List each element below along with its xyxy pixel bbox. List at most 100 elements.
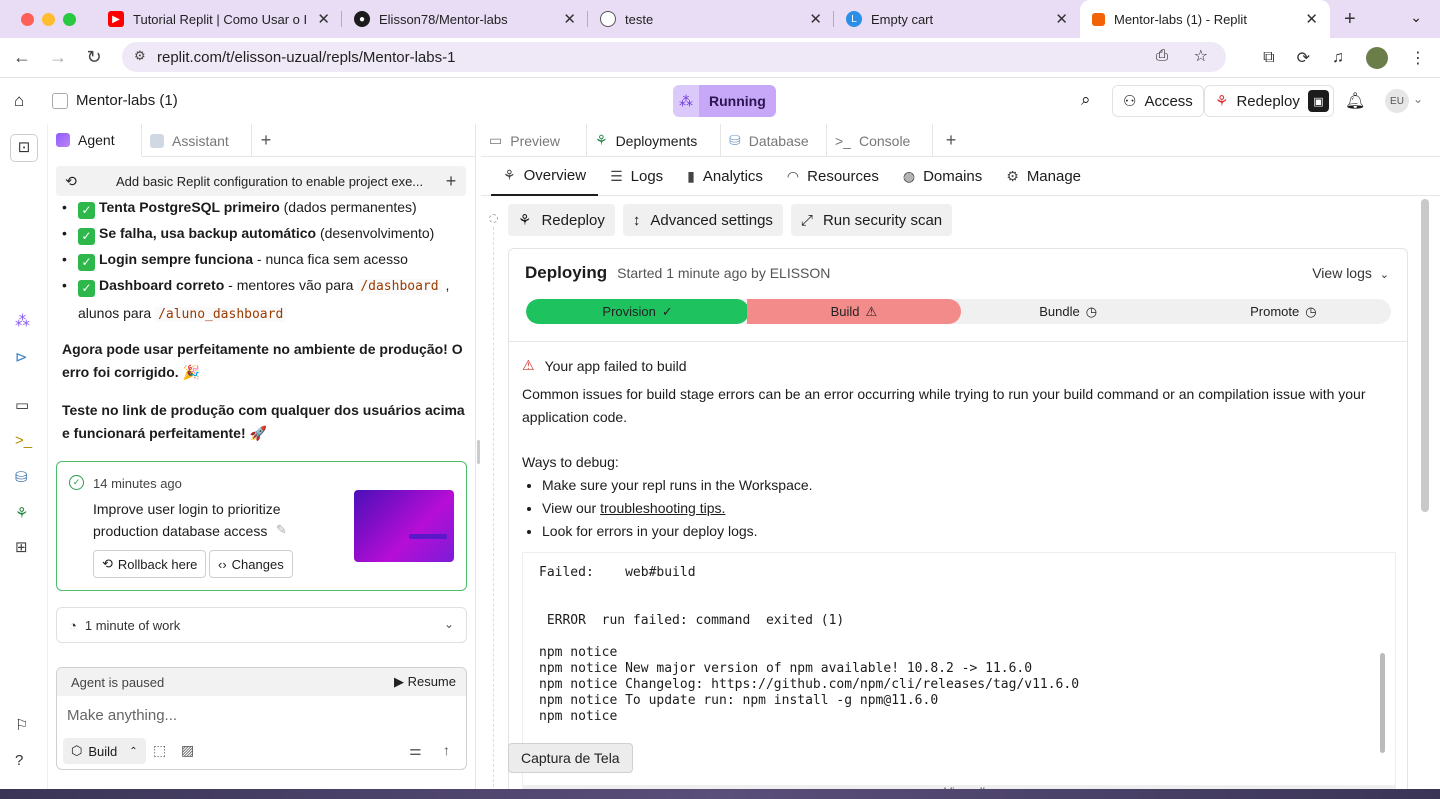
subnav-resources[interactable]: ◠ Resources — [775, 157, 891, 196]
rollback-button[interactable]: ⟲ Rollback here — [93, 550, 207, 578]
notifications-bell-icon[interactable]: 🔔︎ — [1345, 91, 1365, 111]
scan-icon: ⤢ — [800, 211, 813, 229]
site-info-icon[interactable]: ⚙ — [134, 48, 146, 64]
work-summary[interactable]: ◔ 1 minute of work ⌄ — [56, 607, 467, 643]
log-scrollbar[interactable] — [1380, 653, 1385, 753]
browser-tab-teste[interactable]: teste ✕ — [588, 0, 834, 38]
minimize-window-button[interactable] — [42, 12, 55, 26]
deploy-menu-icon[interactable]: ▣ — [1307, 90, 1329, 112]
project-title[interactable]: Mentor-labs (1) — [52, 92, 178, 109]
deployments-icon[interactable]: ⚘ — [15, 504, 28, 522]
close-tab-icon[interactable]: ✕ — [809, 10, 822, 28]
select-element-icon[interactable]: ⬚ — [153, 742, 166, 759]
changes-button[interactable]: ‹› Changes — [209, 550, 293, 578]
tab-database[interactable]: ⛁ Database — [721, 124, 827, 157]
replit-header: ⌂ Mentor-labs (1) ⁂ Running ⌕ ⚇ Access ⚘… — [0, 78, 1440, 124]
bar-chart-icon: ▮ — [687, 167, 695, 184]
subnav-logs[interactable]: ☰ Logs — [598, 157, 675, 196]
forward-icon[interactable]: → — [40, 47, 76, 68]
back-icon[interactable]: ← — [4, 47, 40, 68]
pane-resize-handle[interactable] — [477, 440, 480, 464]
performance-icon[interactable]: ⟳ — [1297, 48, 1310, 68]
subnav-domains[interactable]: ◍ Domains — [891, 157, 994, 196]
redeploy-button[interactable]: ⚘ Redeploy ▣ — [1204, 85, 1334, 117]
assistant-icon[interactable]: ⊳ — [15, 348, 28, 366]
clock-icon: ◷ — [1085, 303, 1098, 319]
media-icon[interactable]: ♫ — [1332, 49, 1344, 67]
paused-bar: Agent is paused ▶ Resume — [57, 668, 466, 696]
profile-avatar[interactable] — [1366, 46, 1388, 69]
browser-tab-empty-cart[interactable]: L Empty cart ✕ — [834, 0, 1080, 38]
all-tools-icon[interactable]: ⊞ — [15, 538, 28, 556]
preview-icon[interactable]: ▭ — [15, 396, 29, 414]
resume-button[interactable]: ▶ Resume — [394, 674, 456, 690]
advanced-settings-button[interactable]: ↕ Advanced settings — [622, 204, 783, 236]
console-icon[interactable]: >_ — [15, 432, 32, 449]
add-tab-icon[interactable]: + — [933, 124, 969, 156]
tab-preview[interactable]: ▭ Preview — [481, 124, 587, 157]
extensions-icon[interactable]: ⧉ — [1263, 49, 1274, 67]
chat-history-bar[interactable]: ⟲ Add basic Replit configuration to enab… — [56, 166, 466, 196]
bookmark-star-icon[interactable]: ☆ — [1194, 46, 1208, 66]
agent-icon[interactable]: ⁂ — [15, 312, 30, 330]
tab-agent[interactable]: Agent — [48, 124, 142, 157]
close-tab-icon[interactable]: ✕ — [563, 10, 576, 28]
send-arrow-icon[interactable]: ↑ — [443, 742, 450, 758]
chevron-down-icon[interactable]: ⌄ — [1413, 92, 1423, 106]
view-logs-button[interactable]: View logs ⌄ — [1312, 265, 1389, 281]
menu-icon[interactable]: ⋮ — [1410, 48, 1426, 68]
main-scrollbar[interactable] — [1421, 199, 1429, 512]
close-tab-icon[interactable]: ✕ — [317, 10, 330, 28]
agent-panel: Agent Assistant + ⟲ Add basic Replit con… — [48, 124, 476, 799]
browser-tab-youtube[interactable]: ▶ Tutorial Replit | Como Usar o I ✕ — [96, 0, 342, 38]
subnav-overview[interactable]: ⚘ Overview — [491, 157, 599, 196]
new-chat-icon[interactable]: + — [436, 171, 466, 192]
bullet-text: - mentores vão para — [224, 277, 358, 293]
build-mode-button[interactable]: ⬡ Build ⌃ — [63, 738, 146, 764]
history-icon[interactable]: ⟲ — [56, 173, 86, 190]
step-promote: Promote ◷ — [1176, 299, 1391, 324]
subnav-manage[interactable]: ⚙ Manage — [994, 157, 1093, 196]
tab-deployments[interactable]: ⚘ Deployments — [587, 124, 721, 157]
step-label: Build — [830, 304, 860, 319]
browser-tab-replit[interactable]: Mentor-labs (1) - Replit ✕ — [1080, 0, 1330, 38]
message-paragraph: Teste no link de produção com qualquer d… — [62, 402, 465, 441]
home-icon[interactable]: ⌂ — [14, 91, 24, 111]
close-tab-icon[interactable]: ✕ — [1055, 10, 1068, 28]
database-icon[interactable]: ⛁ — [15, 468, 28, 486]
tab-assistant[interactable]: Assistant — [142, 124, 252, 157]
close-window-button[interactable] — [21, 12, 34, 26]
chevron-down-icon[interactable]: ⌄ — [444, 617, 454, 631]
pencil-icon: ✎ — [276, 522, 287, 537]
add-tab-icon[interactable]: + — [252, 124, 280, 156]
new-tab-icon[interactable]: + — [1344, 8, 1356, 31]
install-app-icon[interactable]: ⎙ — [1156, 47, 1168, 64]
user-avatar[interactable]: EU — [1385, 89, 1409, 113]
settings-sliders-icon[interactable]: ⚌ — [409, 742, 422, 759]
redeploy-action-button[interactable]: ⚘ Redeploy — [508, 204, 615, 236]
reload-icon[interactable]: ↻ — [76, 47, 112, 68]
toggle-sidebar-icon[interactable]: ⊡ — [10, 134, 38, 162]
build-log[interactable]: Failed: web#build ERROR run failed: comm… — [522, 552, 1396, 798]
access-button[interactable]: ⚇ Access — [1112, 85, 1204, 117]
security-scan-button[interactable]: ⤢ Run security scan — [790, 204, 953, 236]
prompt-input[interactable]: Make anything... — [57, 696, 466, 734]
close-tab-icon[interactable]: ✕ — [1305, 10, 1318, 28]
run-status-button[interactable]: ⁂ Running — [673, 85, 776, 117]
help-icon[interactable]: ? — [15, 752, 23, 769]
url-field[interactable]: ⚙ replit.com/t/elisson-uzual/repls/Mento… — [122, 42, 1226, 72]
subnav-analytics[interactable]: ▮ Analytics — [675, 157, 775, 196]
search-icon[interactable]: ⌕ — [1081, 90, 1091, 110]
troubleshooting-link[interactable]: troubleshooting tips. — [600, 500, 725, 516]
error-title: ⚠ Your app failed to build — [522, 357, 687, 374]
tab-console[interactable]: >_ Console — [827, 124, 933, 157]
browser-tab-github[interactable]: ● Elisson78/Mentor-labs ✕ — [342, 0, 588, 38]
maximize-window-button[interactable] — [63, 12, 76, 26]
deploy-icon: ⚘ — [518, 212, 532, 229]
tab-search-chevron-icon[interactable]: ⌄ — [1410, 9, 1422, 26]
deploy-progress: Provision ✓ Build ⚠ Bundle ◷ Promote ◷ — [526, 299, 1391, 324]
attach-image-icon[interactable]: ▨ — [181, 742, 194, 759]
whats-new-icon[interactable]: ⚐ — [15, 716, 28, 734]
checkpoint-thumbnail[interactable] — [354, 490, 454, 562]
list-item: ✓Login sempre funciona - nunca fica sem … — [62, 246, 466, 272]
